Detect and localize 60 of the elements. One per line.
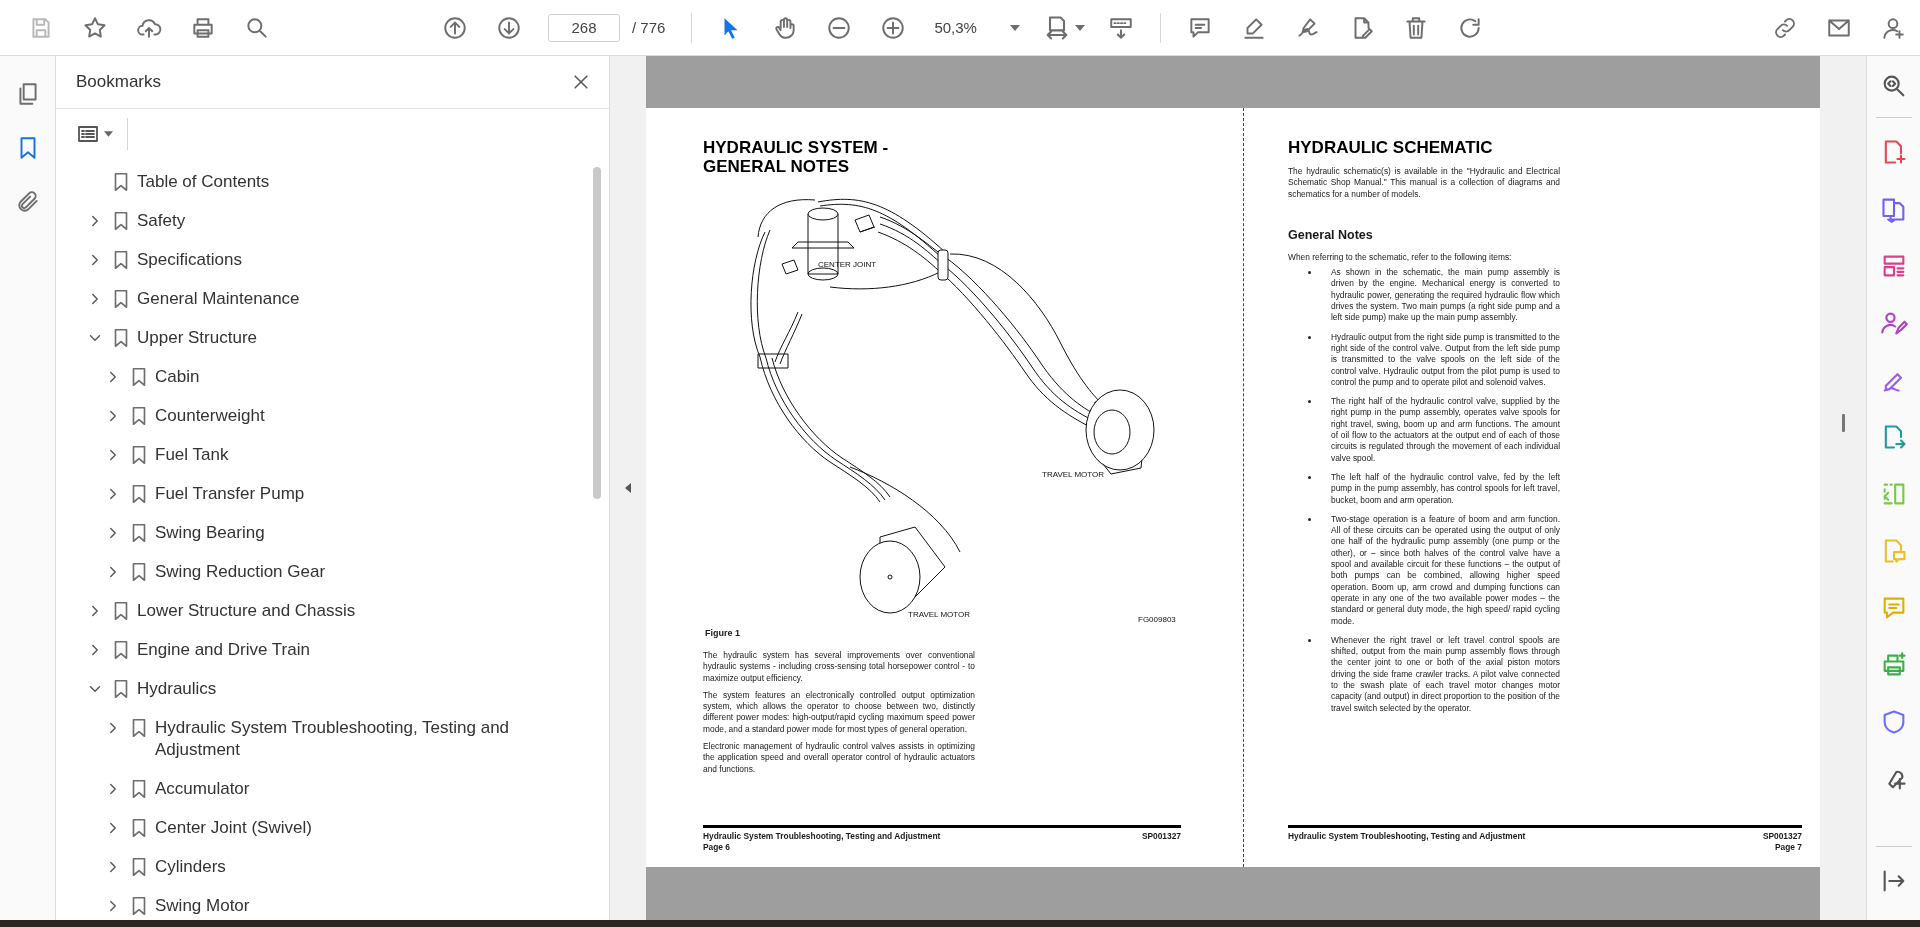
panel-title: Bookmarks <box>76 72 162 92</box>
page-number-field[interactable]: 268 <box>548 13 620 42</box>
bookmark-item[interactable]: Hydraulics <box>137 678 217 717</box>
list-item: Two-stage operation is a feature of boom and arm function. All of these circuits can be operated using the output of only one half of the hydraulic pump assembly (one pump or the other), or – since both halves of the control valve have a spool and available circuit for these functions – the output of both pumps can be combined, allowing higher speed operation. Boom up, arm crowd and dumping functions can operate in any one of the two available power modes – the standard or general duty mode, the high speed/ rapid cycling mode. <box>1331 513 1560 627</box>
figure-label: CENTER JOINT <box>818 260 877 269</box>
bookmark-item[interactable]: Fuel Tank <box>155 444 229 483</box>
bookmark-item[interactable]: Lower Structure and Chassis <box>137 600 356 639</box>
paragraph: The system features an electronically controlled output optimization system, which allows the operator to choose between two, distinctly different power modes: high-output/rapid cycling maximum speed power mode, and a standard power mode for most types of general operation. <box>703 689 975 736</box>
bookmark-item[interactable]: Upper Structure <box>137 327 257 366</box>
page-heading: HYDRAULIC SCHEMATIC <box>1288 138 1494 157</box>
bookmark-item[interactable]: Swing Motor <box>155 895 250 920</box>
bookmark-item[interactable]: Center Joint (Swivel) <box>155 817 312 856</box>
bookmark-item[interactable]: Swing Bearing <box>155 522 265 561</box>
bookmark-item[interactable]: Cabin <box>155 366 200 405</box>
panel-resize-handle[interactable] <box>1841 414 1845 432</box>
bookmark-item[interactable]: Fuel Transfer Pump <box>155 483 305 522</box>
bookmark-item[interactable]: Accumulator <box>155 778 250 817</box>
paragraph: When referring to the schematic, refer to the following items: <box>1288 251 1513 264</box>
document-code: SP001327 <box>1141 831 1181 842</box>
caret-icon <box>104 131 113 137</box>
bookmark-item[interactable]: Hydraulic System Troubleshooting, Testing and Adjustment <box>155 717 550 778</box>
list-item: The left half of the hydraulic control valve, fed by the left pump in the pump assembly, has control spools for left travel, bucket, boom and arm operation. <box>1331 471 1560 506</box>
zoom-dropdown[interactable]: 50,3% <box>930 13 1025 42</box>
section-heading: General Notes <box>1288 227 1374 242</box>
figure-label: TRAVEL MOTOR <box>908 610 971 619</box>
caret-icon <box>1075 24 1086 31</box>
bullet-icon <box>1308 335 1311 339</box>
caret-icon <box>1010 24 1021 31</box>
bullet-icon <box>1308 271 1311 275</box>
collapse-panel-arrow[interactable] <box>625 483 631 493</box>
footer-title: Hydraulic System Troubleshooting, Testing and Adjustment <box>703 831 941 842</box>
page-number: Page 7 <box>1774 842 1802 853</box>
figure-caption: Figure 1 <box>705 628 741 638</box>
bookmark-item[interactable]: Cylinders <box>155 856 226 895</box>
page-count: / 776 <box>632 19 666 36</box>
bullet-icon <box>1308 475 1311 479</box>
page-heading: HYDRAULIC SYSTEM - GENERAL NOTES <box>703 138 890 176</box>
page-number: Page 6 <box>703 842 731 853</box>
scrollbar-thumb[interactable] <box>593 167 601 499</box>
list-item: Hydraulic output from the right side pump is transmitted to the right side of the control valve. Output from the left side pump is transmitted to the valve spools on the left side of the control valve. Hydraulic output from the pilot pump is used to control the pump and to operate pilot and solenoid valves. <box>1331 331 1560 389</box>
bookmark-item[interactable]: Engine and Drive Train <box>137 639 310 678</box>
figure-code: FG009803 <box>1138 615 1176 624</box>
list-item: Whenever the right travel or left travel control spools are shifted, output from the main pump assembly flows through the center joint to one or both of the axial piston motors driving the side frame crawler tracks. A pilot valve connected to the swash plate of each travel motor changes motor capacity (and output) in direct proportion to the position of the travel switch selected by the operator. <box>1331 634 1560 714</box>
bookmark-item[interactable]: Specifications <box>137 249 242 288</box>
list-item: As shown in the schematic, the main pump assembly is driven by the engine. Mechanical energy is converted to hydraulic power, generating the required hydraulic flow which drives the system. Two main pumps (a right side pump and a left side pump) make up the main pump assembly. <box>1331 267 1560 324</box>
bookmark-item[interactable]: Safety <box>137 210 186 249</box>
bookmark-item[interactable]: Swing Reduction Gear <box>155 561 326 600</box>
list-item: The right half of the hydraulic control valve, supplied by the right pump in the pump assembly, operates valve spools for right travel, swing, boom up and arm functions. The amount of oil flow to the actuators at the output end of each of those circuits is regulated through the movement of each individual valve spool. <box>1331 396 1560 464</box>
bullet-icon <box>1308 400 1311 404</box>
footer-title: Hydraulic System Troubleshooting, Testing and Adjustment <box>1288 831 1526 842</box>
bookmark-item[interactable]: Counterweight <box>155 405 265 444</box>
bullet-icon <box>1308 517 1311 521</box>
document-code: SP001327 <box>1762 831 1802 842</box>
paragraph: Electronic management of hydraulic control valves assists in optimizing the application speed and overall operator control of hydraulic actuators and functions. <box>703 741 975 775</box>
bullet-icon <box>1308 638 1311 642</box>
bookmark-item[interactable]: General Maintenance <box>137 288 300 327</box>
figure-label: TRAVEL MOTOR <box>1042 470 1105 479</box>
paragraph: The hydraulic schematic(s) is available in the "Hydraulic and Electrical Schematic Shop Manual." This manual is a collection of diagrams and schematics for a number of models. <box>1288 166 1560 200</box>
bookmark-item[interactable]: Table of Contents <box>137 171 270 210</box>
paragraph: The hydraulic system has several improvements over conventional hydraulic systems - including cross-sensing total horsepower control - to maximize output efficiency. <box>703 650 975 684</box>
